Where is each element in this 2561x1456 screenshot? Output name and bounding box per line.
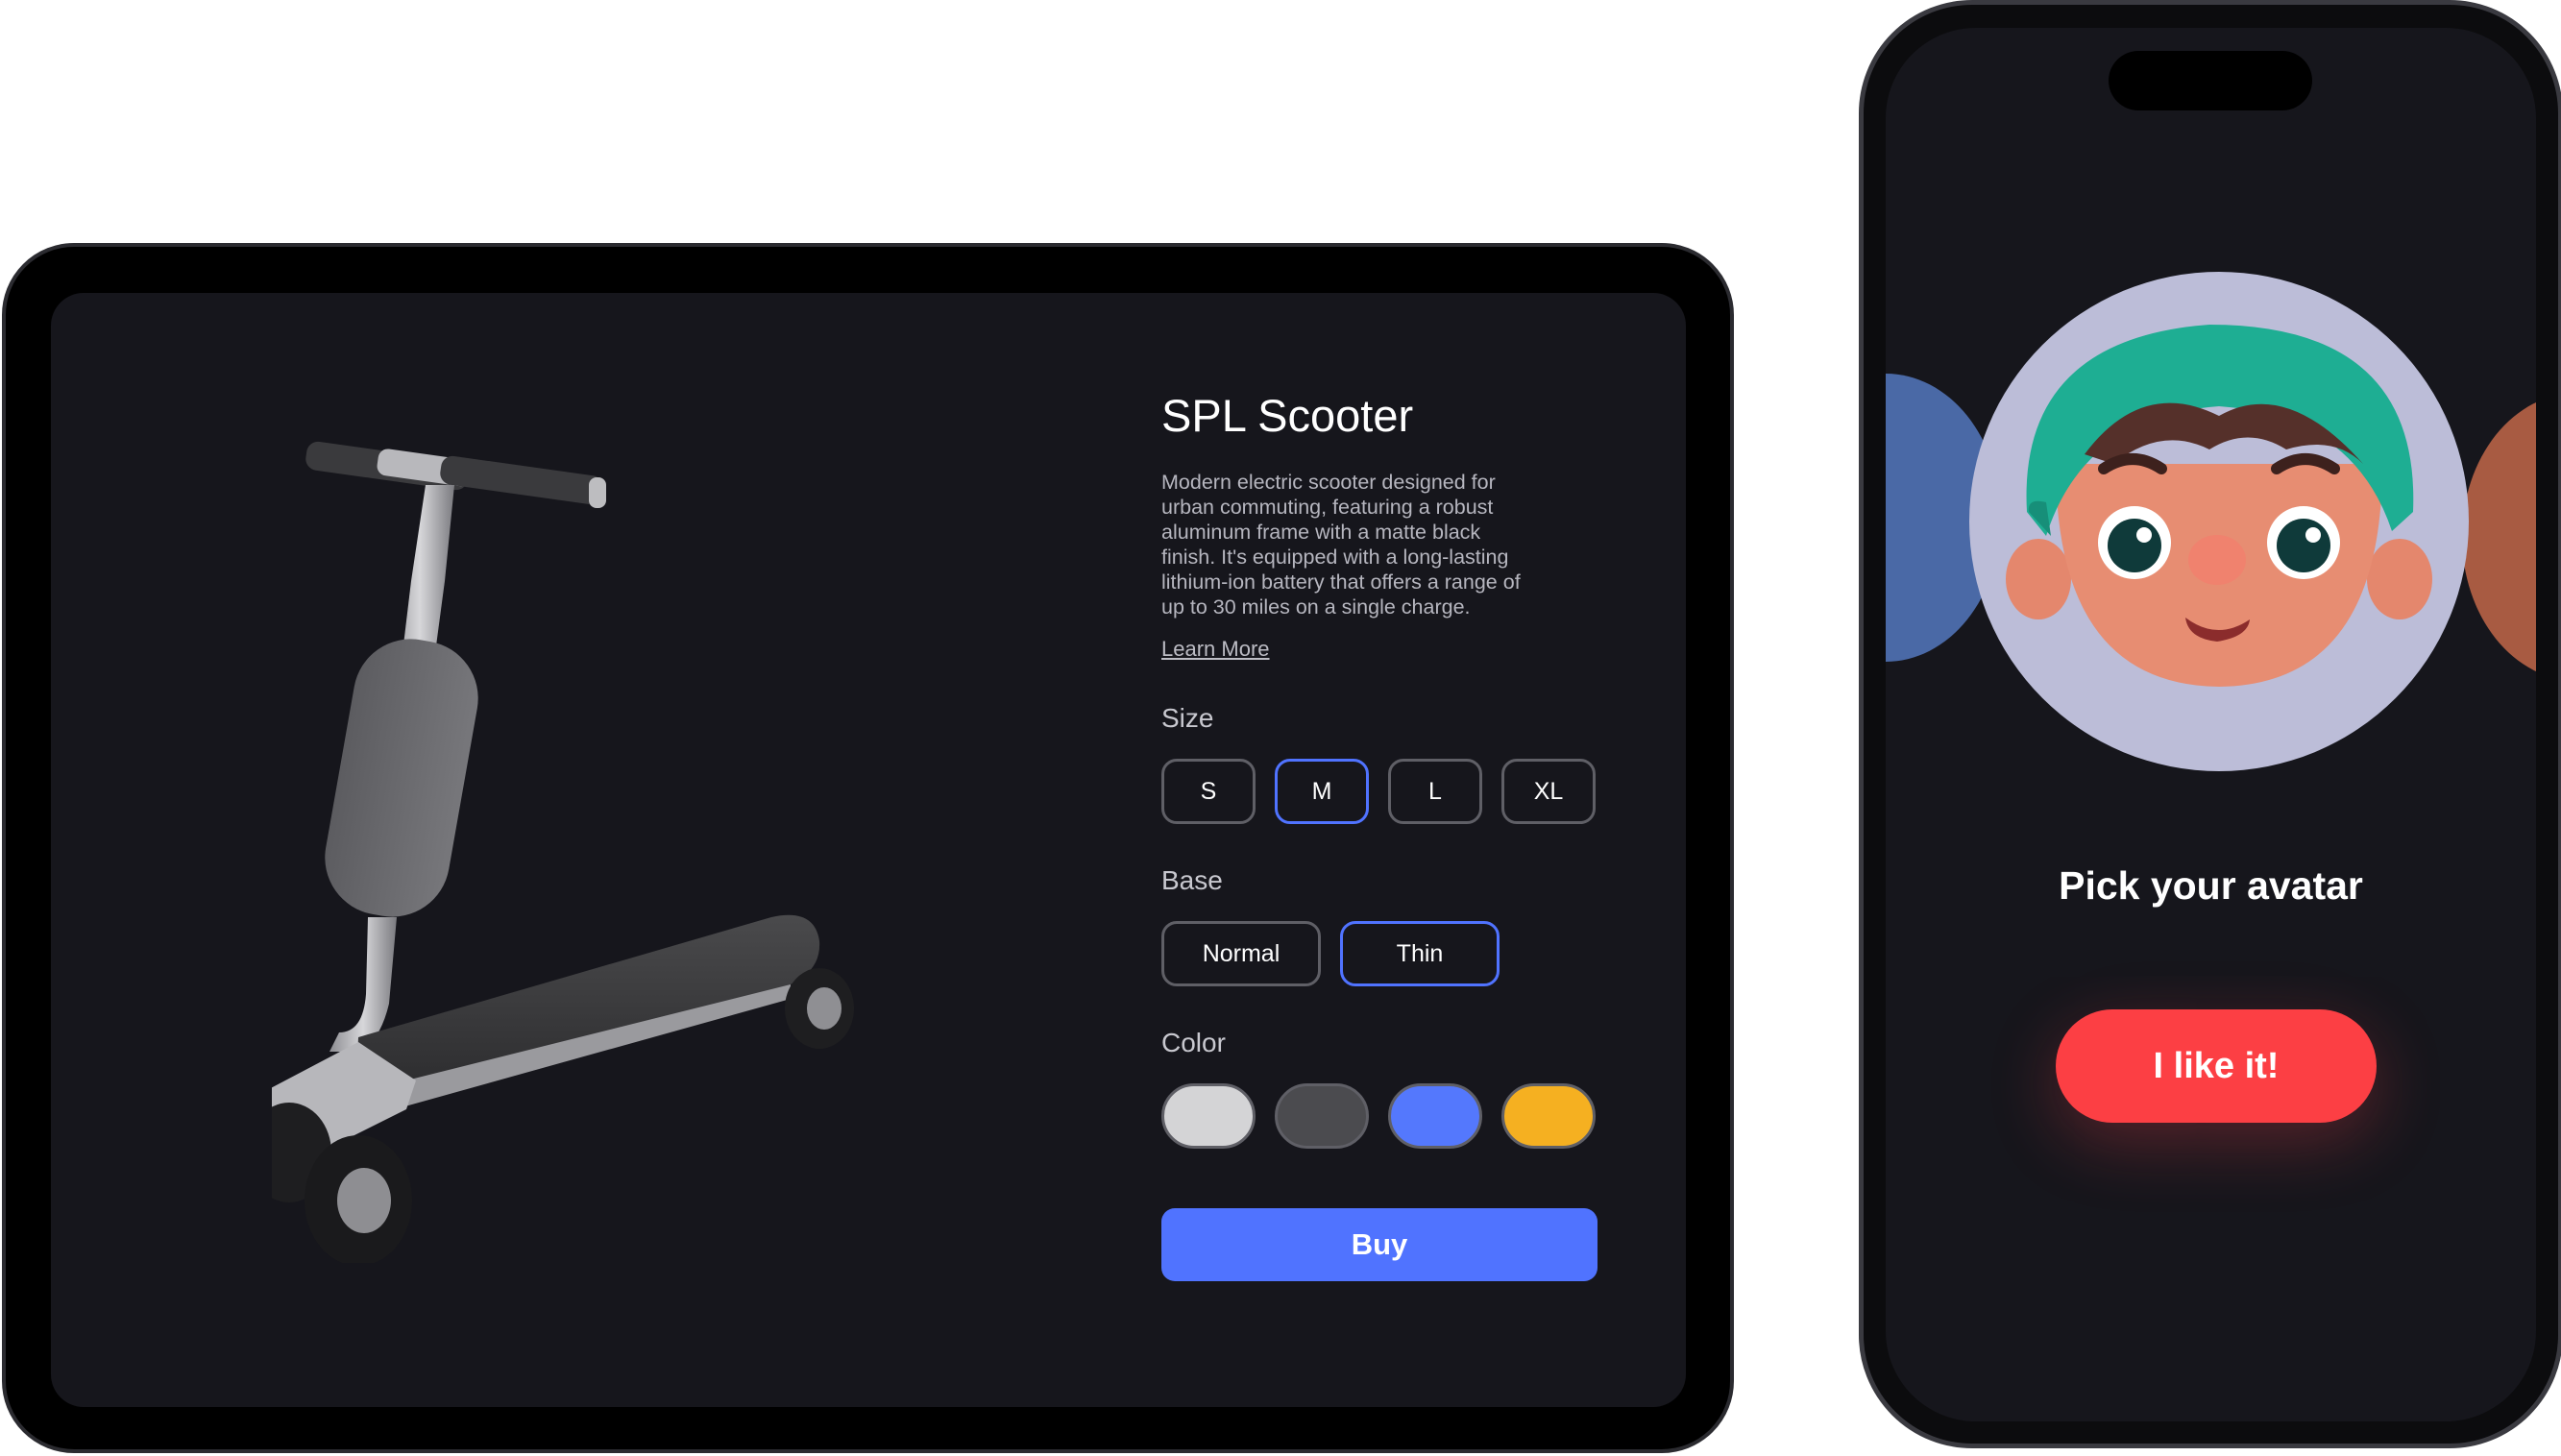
product-title: SPL Scooter	[1161, 390, 1414, 441]
avatar-prompt-title: Pick your avatar	[2059, 863, 2363, 908]
avatar-face-image	[2006, 325, 2432, 687]
base-options: Normal Thin	[1161, 921, 1622, 986]
product-panel: SPL Scooter Modern electric scooter desi…	[1161, 389, 1622, 1281]
color-options	[1161, 1083, 1622, 1149]
dynamic-island	[2109, 51, 2312, 110]
learn-more-link[interactable]: Learn More	[1161, 637, 1270, 662]
size-option-xl[interactable]: XL	[1501, 759, 1596, 824]
size-option-s[interactable]: S	[1161, 759, 1256, 824]
tablet-device: SPL Scooter Modern electric scooter desi…	[2, 243, 1734, 1453]
buy-button[interactable]: Buy	[1161, 1208, 1598, 1281]
size-label: Size	[1161, 703, 1214, 733]
product-description: Modern electric scooter designed for urb…	[1161, 471, 1521, 619]
size-options: S M L XL	[1161, 759, 1622, 824]
color-swatch-blue[interactable]	[1388, 1083, 1482, 1149]
color-swatch-graphite[interactable]	[1275, 1083, 1369, 1149]
base-option-normal[interactable]: Normal	[1161, 921, 1321, 986]
base-label: Base	[1161, 865, 1223, 895]
phone-device: Pick your avatar I like it!	[1859, 0, 2561, 1448]
scooter-image	[272, 441, 854, 1263]
phone-screen: Pick your avatar I like it!	[1886, 28, 2536, 1421]
avatar-selected[interactable]	[1969, 272, 2469, 771]
size-option-m[interactable]: M	[1275, 759, 1369, 824]
color-swatch-silver[interactable]	[1161, 1083, 1256, 1149]
base-option-thin[interactable]: Thin	[1340, 921, 1500, 986]
avatar-option-next[interactable]	[2462, 393, 2536, 681]
size-option-l[interactable]: L	[1388, 759, 1482, 824]
like-avatar-button[interactable]: I like it!	[2056, 1009, 2377, 1123]
color-label: Color	[1161, 1028, 1226, 1057]
tablet-screen: SPL Scooter Modern electric scooter desi…	[51, 293, 1686, 1407]
color-swatch-yellow[interactable]	[1501, 1083, 1596, 1149]
